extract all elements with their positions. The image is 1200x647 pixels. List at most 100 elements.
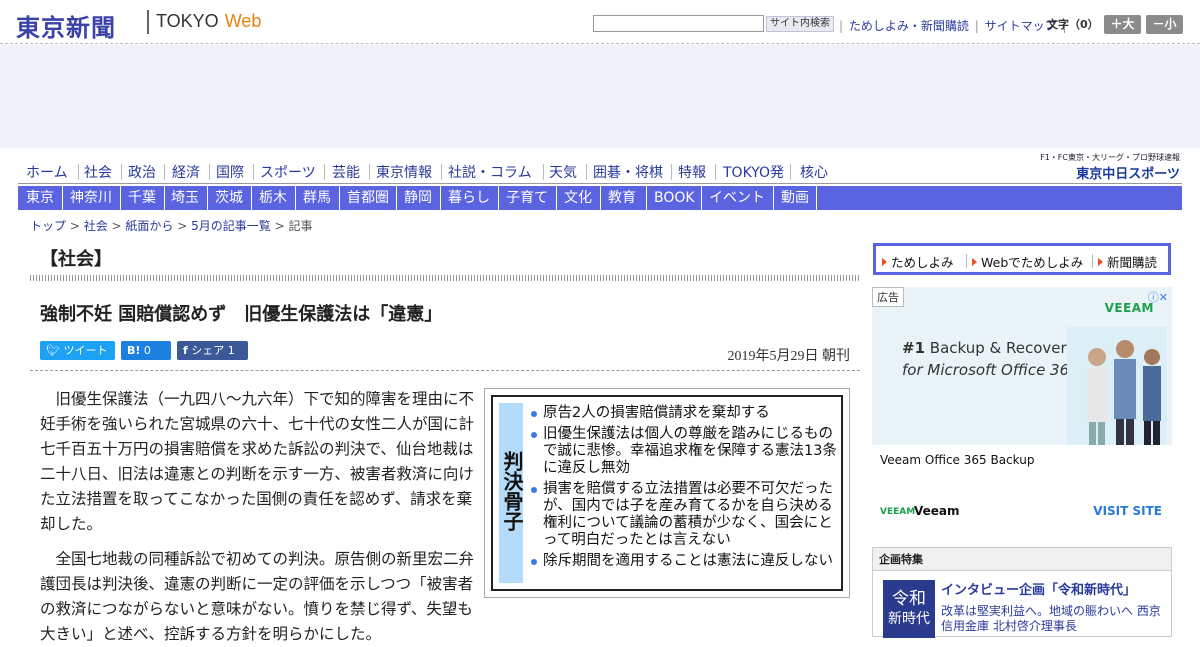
search-input[interactable] [593,15,764,32]
verdict-points: 原告2人の損害賠償請求を棄却する 旧優生保護法は個人の尊厳を踏みにじるもので誠に… [531,405,843,574]
logo-web-text: Web [224,11,262,31]
article-headline: 強制不妊 国賠償認めず 旧優生保護法は「違憲」 [40,304,443,325]
nav-item-go-shogi[interactable]: 囲碁・将棋 [593,162,663,182]
nav-item-sports[interactable]: スポーツ [260,162,316,182]
sidebar-ad[interactable]: 広告 ⓘ✕ VEEAM #1 Backup & Recovery for Mic… [872,287,1172,537]
nav-item-politics[interactable]: 政治 [128,162,156,182]
chunichi-sports-banner[interactable]: F1・FC東京・大リーグ・プロ野球速報 東京中日スポーツ [1026,152,1180,182]
region-item-event[interactable]: イベント [709,186,765,210]
region-divider [498,186,499,210]
region-item-kanagawa[interactable]: 神奈川 [70,186,112,210]
region-item-tochigi[interactable]: 栃木 [259,186,287,210]
visit-site-button[interactable]: VISIT SITE [1093,504,1162,518]
button-divider [966,254,967,268]
nav-item-special[interactable]: 特報 [678,162,706,182]
nav-item-tokyo-hatsu[interactable]: TOKYO発 [723,162,784,182]
facebook-count: 1 [227,344,235,357]
article-paragraph: 全国七地裁の同種訴訟で初めての判決。原告側の新里宏二弁護団長は判決後、違憲の判断… [40,550,475,643]
ad-label: 広告 [872,287,904,307]
hatena-bookmark-button[interactable]: B! 0 [121,341,171,360]
nav-divider [324,164,325,180]
trial-subscribe-link[interactable]: ためしよみ・新聞購読 [849,19,969,33]
region-item-video[interactable]: 動画 [781,186,809,210]
search-button[interactable]: サイト内検索 [766,16,834,32]
breadcrumb-may-list[interactable]: 5月の記事一覧 [191,219,271,233]
main-nav: ホーム 社会 政治 経済 国際 スポーツ 芸能 東京情報 社説・コラム 天気 囲… [18,160,1182,184]
nav-item-weather[interactable]: 天気 [549,162,577,182]
feature-title[interactable]: インタビュー企画「令和新時代」 [941,579,1136,598]
region-divider [251,186,252,210]
region-item-ibaraki[interactable]: 茨城 [215,186,243,210]
region-item-shutoken[interactable]: 首都圏 [347,186,389,210]
region-item-kurashi[interactable]: 暮らし [448,186,490,210]
font-smaller-button[interactable]: －小 [1146,15,1183,34]
region-divider [207,186,208,210]
facebook-share-button[interactable]: f シェア 1 [177,341,248,360]
font-bigger-button[interactable]: ＋大 [1104,15,1141,34]
twitter-icon: 🐦︎ [46,344,64,357]
ad-headline-text: Backup & Recovery [929,339,1076,357]
tokyo-web-logo[interactable]: TOKYO Web [156,11,261,32]
nav-item-home[interactable]: ホーム [26,162,68,182]
region-divider [164,186,165,210]
ad-headline-rank: #1 [902,339,926,357]
nav-divider [790,164,791,180]
region-item-culture[interactable]: 文化 [564,186,592,210]
subscribe-button[interactable]: 新聞購読 [1098,252,1157,271]
feature-thumbnail[interactable]: 令和 新時代 [883,580,935,638]
font-size-label: 文字（0） [1047,18,1099,31]
nav-divider [586,164,587,180]
tweet-label: ツイート [63,344,108,357]
feature-heading: 企画特集 [873,548,1171,571]
section-divider [30,275,860,281]
breadcrumb-print[interactable]: 紙面から [125,219,173,233]
nav-item-editorial[interactable]: 社説・コラム [448,162,532,182]
region-nav: 東京 神奈川 千葉 埼玉 茨城 栃木 群馬 首都圏 静岡 暮らし 子育て 文化 … [18,186,1182,210]
button-divider [1092,254,1093,268]
nav-item-international[interactable]: 国際 [216,162,244,182]
region-divider [556,186,557,210]
region-item-book[interactable]: BOOK [654,186,695,210]
nav-divider [164,164,165,180]
hatena-icon: B! [127,344,141,357]
nav-divider [253,164,254,180]
region-item-shizuoka[interactable]: 静岡 [404,186,432,210]
sitemap-link[interactable]: サイトマップ [985,19,1057,33]
breadcrumb-top[interactable]: トップ [30,219,66,233]
ad-advertiser: Veeam [914,504,960,518]
region-item-chiba[interactable]: 千葉 [128,186,156,210]
breadcrumb-society[interactable]: 社会 [84,219,108,233]
nav-item-kakushin[interactable]: 核心 [800,162,828,182]
nav-divider [441,164,442,180]
web-trial-read-button[interactable]: Webでためしよみ [972,252,1083,271]
region-item-gunma[interactable]: 群馬 [303,186,331,210]
region-divider [646,186,647,210]
nav-item-economy[interactable]: 経済 [172,162,200,182]
region-item-saitama[interactable]: 埼玉 [171,186,199,210]
ad-headline: #1 Backup & Recovery [902,339,1076,357]
region-divider [701,186,702,210]
nav-item-tokyo-info[interactable]: 東京情報 [376,162,432,182]
nav-divider [543,164,544,180]
region-item-kosodate[interactable]: 子育て [506,186,548,210]
region-item-education[interactable]: 教育 [608,186,636,210]
ad-caption: Veeam Office 365 Backup [880,453,1035,467]
site-logo[interactable]: 東京新聞 [16,8,116,43]
nav-item-society[interactable]: 社会 [84,162,112,182]
region-item-tokyo[interactable]: 東京 [26,186,54,210]
article-paragraph: 旧優生保護法（一九四八～九六年）下で知的障害を理由に不妊手術を強いられた宮城県の… [40,390,475,533]
article-date: 2019年5月29日 朝刊 [727,349,851,364]
logo-divider [147,10,149,34]
breadcrumb-current: 記事 [288,219,313,233]
feature-box: 企画特集 令和 新時代 インタビュー企画「令和新時代」 改革は堅実利益へ。地域の… [872,547,1172,638]
tweet-button[interactable]: 🐦︎ ツイート [40,341,115,360]
nav-item-entertainment[interactable]: 芸能 [332,162,360,182]
hatena-count: 0 [143,344,151,357]
header-links: | ためしよみ・新聞購読 | サイトマップ | [837,17,1068,34]
trial-read-button[interactable]: ためしよみ [882,252,954,271]
logo-tokyo-text: TOKYO [156,11,219,31]
link-divider: | [839,19,844,33]
region-divider [295,186,296,210]
chunichi-tagline: F1・FC東京・大リーグ・プロ野球速報 [1040,153,1180,162]
region-divider [62,186,63,210]
